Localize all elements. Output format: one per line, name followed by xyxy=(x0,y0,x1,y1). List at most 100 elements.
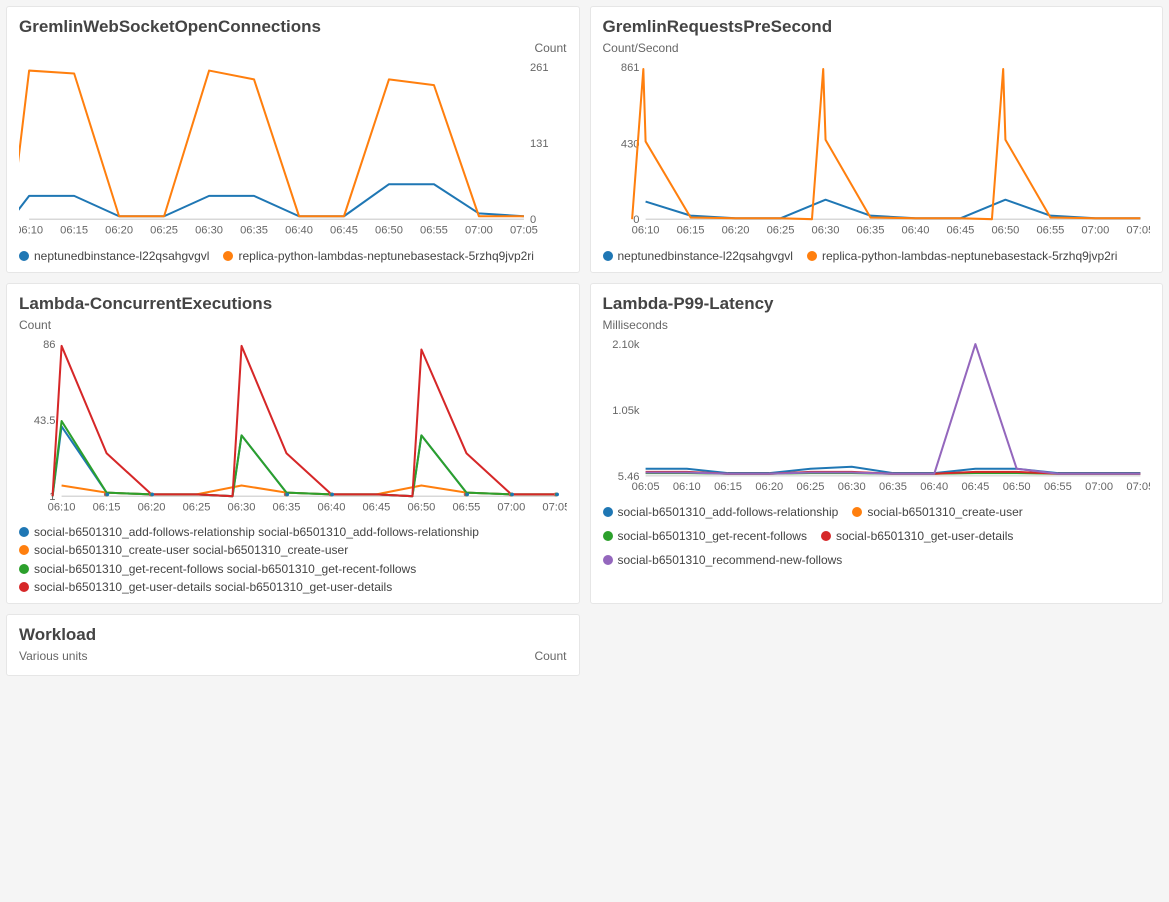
panel-lambda-p99: Lambda-P99-LatencyMilliseconds5.461.05k2… xyxy=(590,283,1164,604)
panel-title: Lambda-ConcurrentExecutions xyxy=(19,294,567,314)
y-tick: 861 xyxy=(620,62,639,74)
legend-swatch xyxy=(19,545,29,555)
y-tick: 2.10k xyxy=(612,339,640,351)
marker-dot xyxy=(106,492,110,496)
x-tick: 06:15 xyxy=(60,224,88,236)
x-tick: 06:45 xyxy=(330,224,358,236)
x-tick: 06:45 xyxy=(961,481,989,493)
legend-item: replica-python-lambdas-neptunebasestack-… xyxy=(223,248,534,264)
x-tick: 07:00 xyxy=(1085,481,1113,493)
x-tick: 06:20 xyxy=(721,224,749,236)
x-tick: 06:40 xyxy=(920,481,948,493)
chart-svg: 143.58606:1006:1506:2006:2506:3006:3506:… xyxy=(19,336,567,519)
x-tick: 06:25 xyxy=(183,501,211,513)
legend-swatch xyxy=(807,251,817,261)
legend: social-b6501310_add-follows-relationship… xyxy=(19,524,567,595)
legend-swatch xyxy=(223,251,233,261)
x-tick: 06:30 xyxy=(811,224,839,236)
unit-right: Count xyxy=(534,649,566,663)
x-tick: 06:20 xyxy=(138,501,166,513)
unit-left: Count/Second xyxy=(603,41,679,55)
y-tick: 1.05k xyxy=(612,405,640,417)
series-line xyxy=(53,346,557,496)
unit-row: Count xyxy=(19,41,567,57)
y-tick: 131 xyxy=(530,138,549,150)
legend-label: social-b6501310_get-recent-follows socia… xyxy=(34,561,416,577)
legend-item: social-b6501310_add-follows-relationship xyxy=(603,504,839,520)
marker-dot xyxy=(555,492,559,496)
panel-lambda-conc: Lambda-ConcurrentExecutionsCount143.5860… xyxy=(6,283,580,604)
legend-swatch xyxy=(821,531,831,541)
x-tick: 06:25 xyxy=(796,481,824,493)
x-tick: 06:40 xyxy=(318,501,346,513)
series-line xyxy=(53,421,557,496)
x-tick: 06:10 xyxy=(672,481,700,493)
series-line xyxy=(19,184,524,219)
legend: social-b6501310_add-follows-relationship… xyxy=(603,504,1151,569)
x-tick: 06:45 xyxy=(946,224,974,236)
x-tick: 06:40 xyxy=(285,224,313,236)
unit-left: Various units xyxy=(19,649,87,663)
legend-swatch xyxy=(19,251,29,261)
chart-wrap[interactable]: 143.58606:1006:1506:2006:2506:3006:3506:… xyxy=(19,336,567,519)
x-tick: 06:25 xyxy=(766,224,794,236)
legend-swatch xyxy=(852,507,862,517)
x-tick: 06:50 xyxy=(407,501,435,513)
series-line xyxy=(645,344,1140,474)
legend-label: social-b6501310_create-user social-b6501… xyxy=(34,542,348,558)
legend-label: neptunedbinstance-l22qsahgvgvl xyxy=(34,248,209,264)
legend-swatch xyxy=(19,527,29,537)
x-tick: 06:30 xyxy=(195,224,223,236)
legend-item: social-b6501310_add-follows-relationship… xyxy=(19,524,567,540)
legend-item: social-b6501310_get-recent-follows xyxy=(603,528,807,544)
legend: neptunedbinstance-l22qsahgvgvl replica-py… xyxy=(603,248,1151,264)
panel-gremlin-conns: GremlinWebSocketOpenConnectionsCount0131… xyxy=(6,6,580,273)
x-tick: 06:35 xyxy=(240,224,268,236)
x-tick: 06:55 xyxy=(452,501,480,513)
x-tick: 06:25 xyxy=(150,224,178,236)
unit-right: Count xyxy=(534,41,566,55)
marker-dot xyxy=(510,492,514,496)
panel-workload: WorkloadVarious unitsCount xyxy=(6,614,580,676)
x-tick: 06:10 xyxy=(19,224,43,236)
chart-svg: 5.461.05k2.10k06:0506:1006:1506:2006:250… xyxy=(603,336,1151,498)
legend-label: neptunedbinstance-l22qsahgvgvl xyxy=(618,248,793,264)
x-tick: 06:55 xyxy=(420,224,448,236)
unit-row: Various units Count xyxy=(19,649,567,665)
unit-row: Count/Second xyxy=(603,41,1151,57)
x-tick: 07:05 xyxy=(510,224,538,236)
panel-gremlin-rps: GremlinRequestsPreSecondCount/Second0430… xyxy=(590,6,1164,273)
chart-wrap[interactable]: 5.461.05k2.10k06:0506:1006:1506:2006:250… xyxy=(603,336,1151,498)
series-line xyxy=(645,466,1140,472)
series-line xyxy=(632,69,1140,219)
x-tick: 07:05 xyxy=(1126,224,1150,236)
chart-wrap[interactable]: 013126106:1006:1506:2006:2506:3006:3506:… xyxy=(19,59,567,242)
legend-item: social-b6501310_get-user-details xyxy=(821,528,1013,544)
dashboard-grid: GremlinWebSocketOpenConnectionsCount0131… xyxy=(0,0,1169,682)
legend-label: social-b6501310_add-follows-relationship… xyxy=(34,524,479,540)
x-tick: 07:00 xyxy=(497,501,525,513)
x-tick: 06:40 xyxy=(901,224,929,236)
x-tick: 06:15 xyxy=(93,501,121,513)
x-tick: 06:10 xyxy=(48,501,76,513)
x-tick: 06:20 xyxy=(105,224,133,236)
legend-item: social-b6501310_get-recent-follows socia… xyxy=(19,561,567,577)
legend-item: social-b6501310_create-user social-b6501… xyxy=(19,542,567,558)
x-tick: 07:00 xyxy=(465,224,493,236)
marker-dot xyxy=(465,492,469,496)
panel-title: GremlinRequestsPreSecond xyxy=(603,17,1151,37)
unit-row: Milliseconds xyxy=(603,318,1151,334)
series-line xyxy=(53,426,557,496)
legend-item: replica-python-lambdas-neptunebasestack-… xyxy=(807,248,1118,264)
legend-swatch xyxy=(19,582,29,592)
legend-label: social-b6501310_get-recent-follows xyxy=(618,528,807,544)
chart-svg: 043086106:1006:1506:2006:2506:3006:3506:… xyxy=(603,59,1151,242)
x-tick: 06:35 xyxy=(856,224,884,236)
legend-label: replica-python-lambdas-neptunebasestack-… xyxy=(238,248,534,264)
x-tick: 06:35 xyxy=(273,501,301,513)
chart-wrap[interactable]: 043086106:1006:1506:2006:2506:3006:3506:… xyxy=(603,59,1151,242)
legend-label: social-b6501310_get-user-details xyxy=(836,528,1013,544)
unit-left: Milliseconds xyxy=(603,318,668,332)
unit-left: Count xyxy=(19,318,51,332)
y-tick: 261 xyxy=(530,62,549,74)
